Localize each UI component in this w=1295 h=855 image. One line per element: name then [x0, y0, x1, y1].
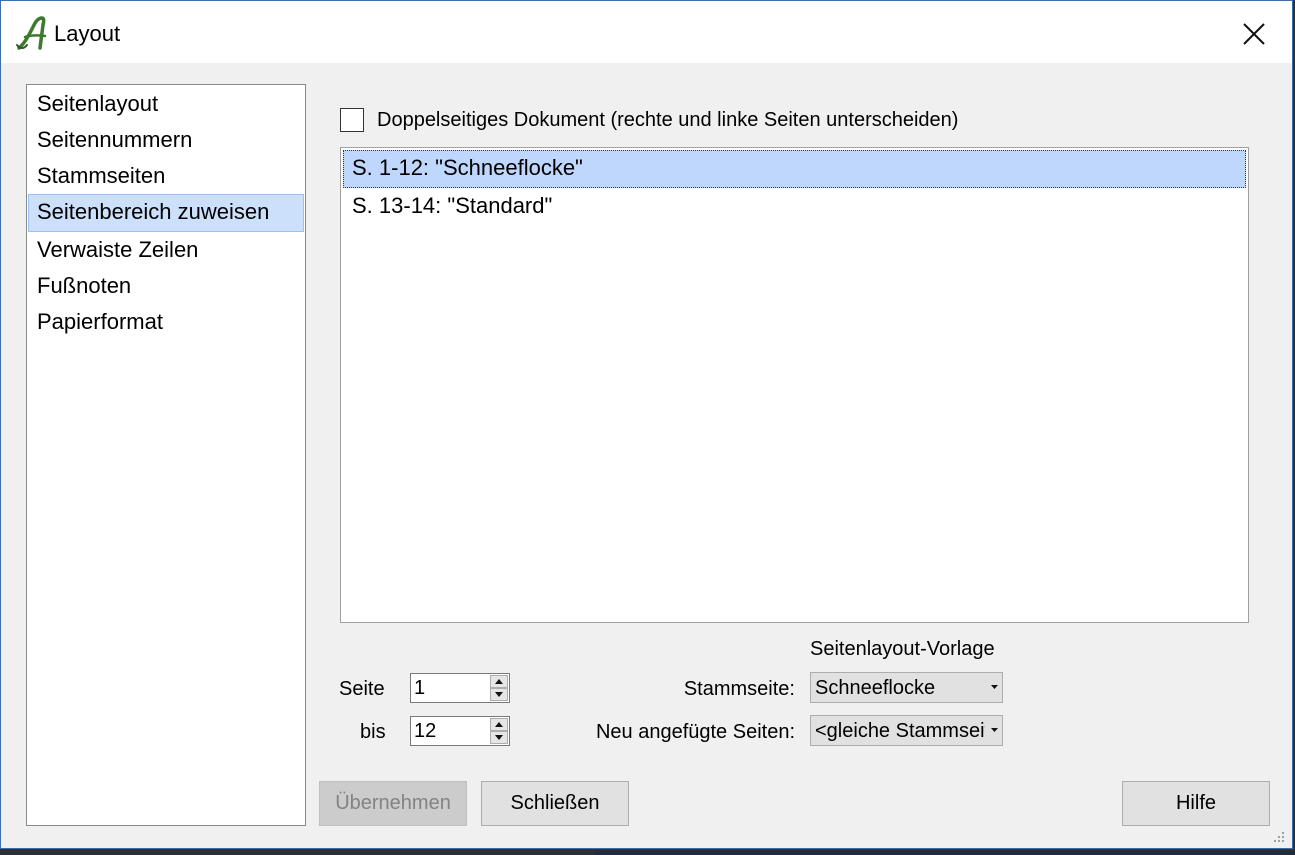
layout-dialog: Layout Seitenlayout Seitennummern Stamms…: [0, 0, 1293, 849]
resize-grip-icon[interactable]: [1274, 830, 1286, 842]
nav-item-seitennummern[interactable]: Seitennummern: [28, 122, 304, 158]
nav-item-stammseiten[interactable]: Stammseiten: [28, 158, 304, 194]
chevron-down-icon: [991, 685, 998, 689]
from-page-label: Seite: [339, 678, 385, 700]
to-page-spinbox[interactable]: 12: [410, 716, 510, 746]
to-page-value[interactable]: 12: [414, 719, 436, 743]
app-logo-icon: [16, 16, 47, 50]
caret-up-icon: [495, 722, 503, 727]
to-page-decrement-button[interactable]: [490, 731, 508, 744]
master-page-value: Schneeflocke: [815, 677, 936, 699]
range-row[interactable]: S. 1-12: "Schneeflocke": [343, 150, 1246, 188]
nav-item-verwaiste-zeilen[interactable]: Verwaiste Zeilen: [28, 232, 304, 268]
window-title: Layout: [54, 21, 121, 46]
to-page-label: bis: [360, 721, 386, 743]
close-icon: [1243, 23, 1265, 45]
caret-up-icon: [495, 679, 503, 684]
close-button[interactable]: Schließen: [481, 781, 629, 826]
master-page-label: Stammseite:: [683, 678, 795, 700]
category-list: Seitenlayout Seitennummern Stammseiten S…: [26, 84, 306, 826]
nav-item-seitenlayout[interactable]: Seitenlayout: [28, 86, 304, 122]
to-page-increment-button[interactable]: [490, 718, 508, 731]
doublesided-option[interactable]: Doppelseitiges Dokument (rechte und link…: [340, 107, 958, 133]
caret-down-icon: [495, 692, 503, 697]
title-bar: Layout: [1, 1, 1292, 63]
range-row[interactable]: S. 13-14: "Standard": [343, 188, 1246, 224]
doublesided-checkbox[interactable]: [340, 108, 364, 132]
caret-down-icon: [495, 735, 503, 740]
page-range-list[interactable]: S. 1-12: "Schneeflocke" S. 13-14: "Stand…: [340, 147, 1249, 623]
chevron-down-icon: [991, 728, 998, 732]
nav-item-seitenbereich-zuweisen[interactable]: Seitenbereich zuweisen: [28, 194, 304, 232]
from-page-value[interactable]: 1: [414, 676, 425, 700]
master-page-select[interactable]: Schneeflocke: [810, 672, 1003, 703]
from-page-decrement-button[interactable]: [490, 688, 508, 701]
from-page-spinbox[interactable]: 1: [410, 673, 510, 703]
background-strip: [595, 851, 1295, 855]
new-pages-value: <gleiche Stammseite>: [815, 720, 985, 742]
apply-button[interactable]: Übernehmen: [319, 781, 467, 826]
doublesided-label: Doppelseitiges Dokument (rechte und link…: [377, 108, 959, 131]
new-pages-select[interactable]: <gleiche Stammseite>: [810, 715, 1003, 746]
template-group-label: Seitenlayout-Vorlage: [810, 638, 995, 660]
from-page-increment-button[interactable]: [490, 675, 508, 688]
close-window-button[interactable]: [1234, 14, 1274, 54]
new-pages-label: Neu angefügte Seiten:: [595, 721, 795, 743]
nav-item-papierformat[interactable]: Papierformat: [28, 304, 304, 340]
nav-item-fussnoten[interactable]: Fußnoten: [28, 268, 304, 304]
help-button[interactable]: Hilfe: [1122, 781, 1270, 826]
